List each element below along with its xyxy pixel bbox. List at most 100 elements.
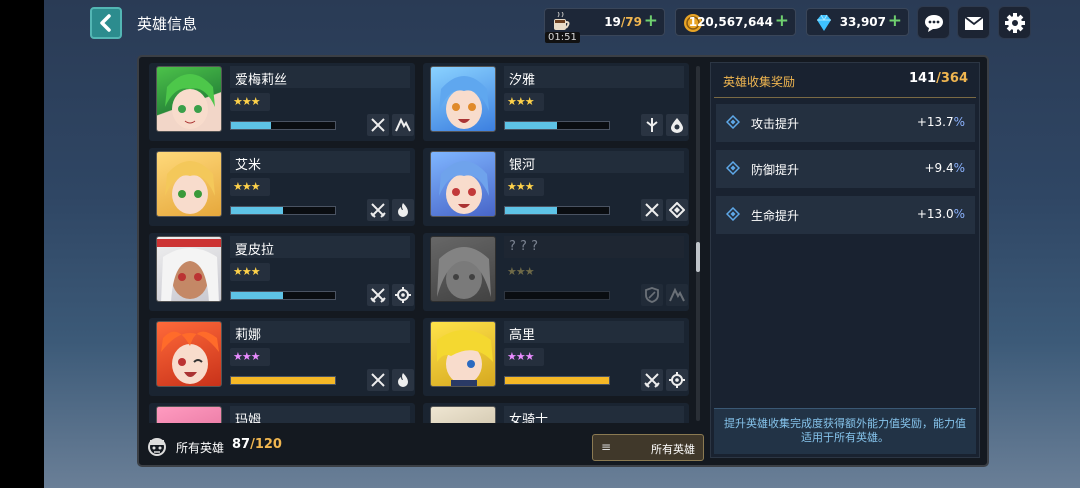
chat-bubble-icon — [924, 14, 943, 32]
collection-description-box: 提升英雄收集完成度获得额外能力值奖励，能力值适用于所有英雄。 — [714, 408, 976, 454]
fire-icon — [392, 199, 414, 221]
hero-portrait — [156, 151, 222, 217]
hero-name: 艾米 — [235, 158, 262, 173]
hero-card[interactable]: 艾米 ★★★ — [149, 148, 415, 226]
collection-title: 英雄收集奖励 — [723, 75, 796, 89]
hero-progress-bar — [230, 376, 336, 385]
hero-face-icon — [148, 438, 166, 456]
collection-total: /364 — [936, 71, 968, 86]
water-drop-icon — [666, 114, 688, 136]
stamina-timer: 01:51 — [545, 32, 580, 43]
back-button[interactable] — [90, 7, 122, 39]
hero-portrait — [430, 236, 496, 302]
hero-progress-bar — [504, 206, 610, 215]
diamond-bullet-icon — [726, 161, 740, 175]
crossed-sword-icon — [367, 114, 389, 136]
hero-name: 莉娜 — [235, 328, 262, 343]
mail-envelope-icon — [963, 15, 984, 30]
hero-name: 玛姆 — [235, 413, 262, 423]
hero-portrait — [430, 406, 496, 423]
bonus-label: 防御提升 — [751, 163, 800, 177]
collection-header: 英雄收集奖励 141/364 — [714, 66, 976, 98]
hero-card[interactable]: 夏皮拉 ★★★ — [149, 233, 415, 311]
chat-button[interactable] — [917, 6, 950, 39]
hero-card[interactable]: 汐雅 ★★★ — [423, 63, 689, 141]
hero-progress-bar — [230, 121, 336, 130]
crossed-sword-icon — [367, 369, 389, 391]
hero-card[interactable]: 玛姆 — [149, 403, 415, 423]
shield-icon — [641, 284, 663, 306]
bonus-value: +13.0% — [916, 207, 965, 221]
mountain-icon — [392, 114, 414, 136]
crossed-sword-icon — [641, 199, 663, 221]
hero-card[interactable]: 女骑士 — [423, 403, 689, 423]
stamina-max: /79 — [620, 15, 642, 29]
hero-portrait — [156, 236, 222, 302]
hero-name: 高里 — [509, 328, 536, 343]
coffee-cup-icon — [554, 12, 570, 30]
hero-card[interactable]: 高里 ★★★ — [423, 318, 689, 396]
add-gems-button[interactable]: + — [888, 11, 902, 31]
chevron-left-icon — [100, 14, 111, 32]
settings-button[interactable] — [998, 6, 1031, 39]
hero-stars: ★★★ — [504, 348, 544, 366]
hero-name: 夏皮拉 — [235, 243, 275, 258]
hero-stars: ★★★ — [230, 178, 270, 196]
crossed-swords-icon — [367, 284, 389, 306]
add-gold-button[interactable]: + — [775, 11, 789, 31]
hero-progress-bar — [230, 291, 336, 300]
gear-element-icon — [666, 369, 688, 391]
diamond-icon — [817, 14, 831, 31]
hero-progress-bar — [504, 376, 610, 385]
gear-icon — [1004, 12, 1025, 33]
menu-lines-icon: ≡ — [601, 440, 612, 454]
crossed-swords-icon — [367, 199, 389, 221]
hero-portrait — [156, 406, 222, 423]
hero-filter-dropdown[interactable]: ≡ 所有英雄 — [592, 434, 704, 461]
hero-portrait — [156, 321, 222, 387]
hero-name: 女骑士 — [509, 413, 549, 423]
add-stamina-button[interactable]: + — [644, 11, 658, 31]
crossed-swords-icon — [641, 369, 663, 391]
bonus-row-defense: 防御提升 +9.4% — [716, 150, 975, 188]
hero-stars: ★★★ — [504, 93, 544, 111]
gem-value: 33,907 — [839, 15, 886, 29]
hero-name: ? ? ? — [509, 239, 538, 254]
hero-stars: ★★★ — [230, 263, 270, 281]
hero-portrait — [156, 66, 222, 132]
hero-card[interactable]: 爱梅莉丝 ★★★ — [149, 63, 415, 141]
collection-owned: 141 — [908, 71, 937, 86]
diamond-bullet-icon — [726, 115, 740, 129]
hero-card-locked[interactable]: ? ? ? ★★★ — [423, 233, 689, 311]
mountain-icon — [666, 284, 688, 306]
hero-stars: ★★★ — [230, 348, 270, 366]
hero-progress-bar — [230, 206, 336, 215]
gold-value: 120,567,644 — [688, 15, 773, 29]
bonus-value: +9.4% — [924, 161, 965, 175]
support-icon — [641, 114, 663, 136]
bonus-value: +13.7% — [916, 115, 965, 129]
filter-label: 所有英雄 — [651, 443, 695, 456]
hero-card[interactable]: 银河 ★★★ — [423, 148, 689, 226]
hero-card[interactable]: 莉娜 ★★★ — [149, 318, 415, 396]
total-count: /120 — [250, 437, 282, 452]
gold-counter: 120,567,644 + — [675, 8, 796, 36]
hero-stars: ★★★ — [507, 265, 535, 278]
bonus-row-hp: 生命提升 +13.0% — [716, 196, 975, 234]
left-letterbox — [0, 0, 44, 488]
diamond-element-icon — [666, 199, 688, 221]
hero-progress-bar — [504, 121, 610, 130]
scrollbar-thumb[interactable] — [696, 242, 700, 272]
page-title: 英雄信息 — [137, 15, 198, 33]
hero-name: 银河 — [509, 158, 536, 173]
hero-name: 汐雅 — [509, 73, 536, 88]
hero-progress-bar — [504, 291, 610, 300]
hero-name: 爱梅莉丝 — [235, 73, 288, 88]
hero-portrait — [430, 151, 496, 217]
bonus-label: 生命提升 — [751, 209, 800, 223]
hero-list[interactable]: 爱梅莉丝 ★★★ 汐雅 ★★★ 艾米 ★★★ 银河 ★★★ 夏皮拉 ★★★ ? … — [147, 63, 703, 423]
hero-count: 87/120 — [232, 437, 282, 452]
diamond-bullet-icon — [726, 207, 740, 221]
mail-button[interactable] — [957, 6, 990, 39]
collection-count: 141/364 — [909, 71, 968, 86]
